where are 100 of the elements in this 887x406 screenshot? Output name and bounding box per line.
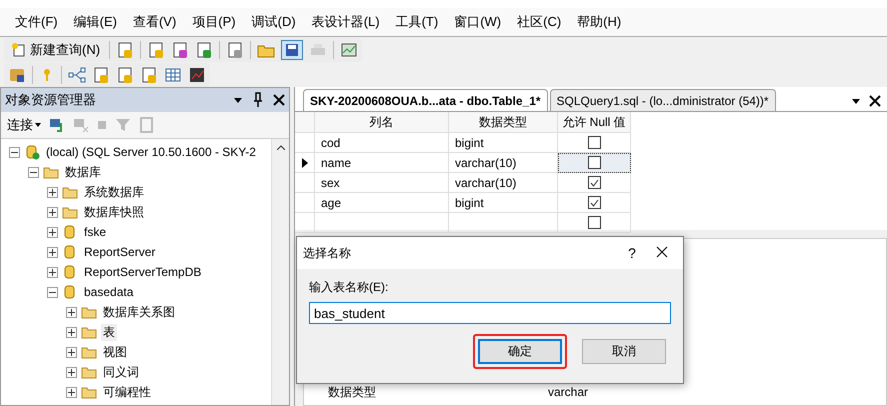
plus-icon — [48, 228, 57, 236]
current-row-icon — [300, 158, 308, 168]
field-label: 输入表名称(E): — [309, 279, 390, 296]
tree-item[interactable]: 数据库关系图 — [101, 304, 177, 320]
document-tab[interactable]: SQLQuery1.sql - (lo...dministrator (54))* — [550, 89, 776, 111]
tree-item[interactable]: 视图 — [101, 344, 129, 360]
expand-toggle[interactable] — [47, 246, 58, 258]
expand-toggle[interactable] — [47, 286, 58, 298]
expand-toggle[interactable] — [66, 386, 77, 398]
document-database-icon — [116, 40, 134, 58]
row-header[interactable] — [295, 153, 315, 173]
expand-toggle[interactable] — [66, 326, 77, 338]
tree-item[interactable]: ReportServer — [82, 245, 158, 259]
plus-icon — [48, 248, 57, 256]
document-database-icon — [195, 40, 214, 58]
menu-item[interactable]: 编辑(E) — [66, 13, 124, 31]
menu-item[interactable]: 文件(F) — [8, 13, 65, 31]
checkbox[interactable] — [588, 216, 600, 229]
tree-item[interactable]: 表 — [101, 324, 117, 340]
checkbox[interactable] — [588, 196, 600, 209]
tree-item[interactable]: 数据库快照 — [82, 204, 146, 220]
save-button[interactable] — [281, 40, 304, 60]
table-icon — [164, 66, 182, 84]
checkbox[interactable] — [588, 136, 600, 149]
close-icon — [869, 95, 881, 107]
server-icon — [24, 144, 40, 160]
plus-icon — [67, 368, 76, 376]
expand-toggle[interactable] — [47, 206, 58, 218]
plus-icon — [48, 188, 57, 196]
dropdown-icon — [851, 96, 861, 106]
plus-icon — [67, 308, 76, 316]
connect-button[interactable]: 连接 — [7, 116, 41, 134]
table-cell: sex — [315, 173, 449, 193]
scroll-up-icon — [276, 145, 284, 150]
menu-item[interactable]: 帮助(H) — [570, 13, 628, 31]
menu-item[interactable]: 工具(T) — [388, 13, 446, 31]
help-button[interactable]: ? — [617, 244, 647, 262]
expand-toggle[interactable] — [66, 306, 77, 318]
tree-item[interactable]: 可编程性 — [101, 384, 153, 400]
menu-item[interactable]: 调试(D) — [244, 13, 303, 31]
document-icon — [11, 42, 27, 58]
pin-icon — [253, 92, 263, 108]
tree-item[interactable]: 数据库 — [63, 164, 103, 180]
document-database-icon — [147, 40, 166, 58]
tree-item[interactable]: 同义词 — [101, 364, 141, 380]
column-header: 允许 Null 值 — [558, 112, 631, 133]
column-header: 数据类型 — [449, 112, 558, 133]
scrollbar[interactable] — [271, 139, 289, 405]
table-cell: varchar(10) — [449, 173, 558, 193]
save-icon — [284, 42, 300, 58]
tree-item[interactable]: 系统数据库 — [82, 184, 146, 200]
expand-toggle[interactable] — [28, 166, 39, 178]
table-cell: bigint — [449, 193, 558, 213]
table-cell: bigint — [449, 133, 558, 153]
plus-icon — [67, 348, 76, 356]
diagram-icon — [68, 66, 86, 84]
column-header: 列名 — [315, 112, 449, 133]
expand-toggle[interactable] — [66, 346, 77, 358]
menu-item[interactable]: 表设计器(L) — [304, 13, 387, 31]
plus-icon — [48, 268, 57, 276]
property-label: 数据类型 — [328, 384, 377, 400]
connect-icon — [49, 117, 65, 133]
tree-item[interactable]: fske — [82, 225, 108, 239]
table-cell: cod — [315, 133, 449, 153]
chart-icon — [340, 40, 358, 58]
close-icon — [273, 94, 285, 106]
dialog-title: 选择名称 — [303, 244, 352, 262]
menu-item[interactable]: 项目(P) — [185, 13, 243, 31]
plus-icon — [48, 208, 57, 216]
plus-icon — [67, 388, 76, 396]
document-icon — [226, 40, 244, 58]
close-icon — [656, 246, 668, 258]
dialog-button[interactable]: 确定 — [478, 339, 562, 364]
key-list-icon — [116, 66, 134, 84]
key-list-icon — [140, 66, 158, 84]
checkbox[interactable] — [588, 176, 600, 189]
expand-toggle[interactable] — [9, 146, 20, 158]
filter-icon — [115, 117, 131, 133]
checkbox[interactable] — [588, 156, 600, 169]
expand-toggle[interactable] — [47, 226, 58, 238]
dialog-button[interactable]: 取消 — [582, 339, 666, 364]
table-cell: age — [315, 193, 449, 213]
tree-item[interactable]: ReportServerTempDB — [82, 265, 204, 279]
menu-item[interactable]: 查看(V) — [126, 13, 184, 31]
document-tab[interactable]: SKY-20200608OUA.b...ata - dbo.Table_1* — [303, 89, 548, 111]
caret-icon — [35, 123, 41, 127]
tree-item[interactable]: (local) (SQL Server 10.50.1600 - SKY-2 — [44, 145, 258, 159]
expand-toggle[interactable] — [47, 266, 58, 278]
table-cell: name — [315, 153, 449, 173]
panel-title: 对象资源管理器 — [5, 91, 96, 109]
expand-toggle[interactable] — [47, 186, 58, 198]
menu-item[interactable]: 窗口(W) — [447, 13, 508, 31]
dropdown-icon — [233, 95, 243, 105]
tree-item[interactable]: basedata — [82, 285, 136, 299]
table-name-field[interactable]: bas_student — [309, 302, 671, 324]
menu-item[interactable]: 社区(C) — [510, 13, 568, 31]
property-value: varchar — [548, 385, 590, 399]
stop-icon — [97, 120, 107, 130]
expand-toggle[interactable] — [66, 366, 77, 378]
key-list-icon — [92, 66, 110, 84]
